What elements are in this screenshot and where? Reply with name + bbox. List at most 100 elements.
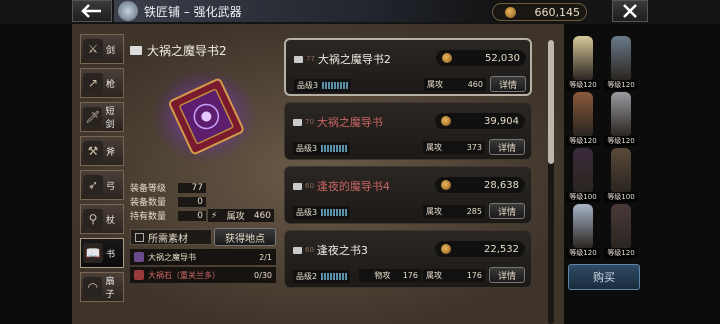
material-name: 大祸之魔导书: [148, 252, 196, 262]
item-price: 28,638: [435, 177, 525, 193]
attack-label: 属攻: [226, 212, 245, 222]
material-row[interactable]: 大祸之魔导书 2/1: [130, 249, 276, 265]
character-sprite: [611, 204, 631, 248]
magic-book-image: [151, 68, 259, 164]
detail-button[interactable]: 详情: [489, 267, 525, 283]
item-name: 大祸之魔导书: [316, 116, 383, 129]
grade-badge: 品级3: [294, 78, 352, 92]
magic-attack-stat: 属攻 373: [423, 141, 485, 154]
grade-row: 品级3: [294, 78, 352, 92]
item-name: 大祸之魔导书2: [317, 53, 391, 66]
stat-label: 属攻: [426, 271, 442, 280]
item-price: 39,904: [435, 113, 525, 129]
grade-label: 品级3: [297, 80, 319, 90]
bow-icon: ➶: [83, 175, 103, 195]
tab-label: 弓: [106, 181, 116, 192]
stat-value: 0: [178, 196, 206, 207]
tab-label: 杖: [106, 215, 116, 226]
axe-icon: ⚒: [83, 141, 103, 161]
grade-badge: 品级3: [293, 205, 351, 219]
item-card[interactable]: 60 逢夜之书3 22,532 品级2 物攻 176 属攻 176 详情: [284, 230, 532, 288]
item-level: 77: [306, 55, 315, 63]
party-member[interactable]: 等级120: [604, 90, 638, 146]
detail-button[interactable]: 详情: [489, 139, 525, 155]
grade-label: 品级2: [296, 271, 318, 281]
grade-row: 品级2: [293, 269, 351, 283]
item-price: 52,030: [436, 50, 526, 66]
detail-button[interactable]: 详情: [490, 76, 526, 92]
physical-attack-stat: 物攻 176: [359, 269, 421, 282]
stat-label: 持有数量: [130, 212, 167, 222]
party-member[interactable]: 等级120: [604, 202, 638, 258]
item-level: 60: [305, 182, 314, 190]
item-name-row: 60 逢夜的魔导书4: [293, 178, 390, 194]
grade-bars: [321, 208, 348, 216]
get-location-button[interactable]: 获得地点: [214, 228, 276, 246]
character-level: 等级100: [566, 192, 600, 202]
character-sprite: [573, 148, 593, 192]
anvil-icon: [118, 1, 138, 21]
character-level: 等级100: [604, 192, 638, 202]
magic-attack-stat: 属攻 176: [423, 269, 485, 282]
character-sprite: [611, 148, 631, 192]
tab-label: 枪: [106, 79, 116, 90]
grade-label: 品级3: [296, 143, 318, 153]
buy-button[interactable]: 购买: [568, 264, 640, 290]
grade-badge: 品级2: [293, 269, 351, 283]
item-name-row: 70 大祸之魔导书: [293, 114, 383, 130]
item-name: 逢夜之书3: [316, 244, 368, 257]
close-icon: [623, 4, 637, 18]
tab-axe[interactable]: ⚒ 斧: [80, 136, 124, 166]
page-title: 铁匠铺 – 强化武器: [144, 4, 242, 19]
stat-value: 373: [466, 143, 482, 152]
scrollbar-thumb[interactable]: [548, 40, 554, 164]
close-button[interactable]: [612, 0, 648, 22]
price-value: 28,638: [484, 179, 519, 191]
party-member[interactable]: 等级120: [566, 90, 600, 146]
stat-row: 装备等级 77: [130, 181, 206, 194]
item-card[interactable]: 70 大祸之魔导书 39,904 品级3 属攻 373 详情: [284, 102, 532, 160]
character-level: 等级120: [604, 80, 638, 90]
material-row[interactable]: 大祸石（重关兰多） 0/30: [130, 267, 276, 283]
attack-value: 460: [253, 210, 271, 221]
party-member[interactable]: 等级120: [566, 202, 600, 258]
item-name-row: 60 逢夜之书3: [293, 242, 368, 258]
material-name: 大祸石（重关兰多）: [148, 270, 220, 280]
detail-button[interactable]: 详情: [489, 203, 525, 219]
character-level: 等级120: [566, 248, 600, 258]
back-button[interactable]: [72, 0, 112, 22]
tab-spear[interactable]: ↗ 枪: [80, 68, 124, 98]
staff-icon: ⚲: [83, 209, 103, 229]
price-value: 52,030: [485, 52, 520, 64]
tab-sword[interactable]: ⚔ 剑: [80, 34, 124, 64]
tab-staff[interactable]: ⚲ 杖: [80, 204, 124, 234]
item-card[interactable]: 60 逢夜的魔导书4 28,638 品级3 属攻 285 详情: [284, 166, 532, 224]
item-price: 22,532: [435, 241, 525, 257]
grade-bars: [322, 81, 349, 89]
stat-value: 77: [178, 182, 206, 193]
tab-fan[interactable]: ◠ 扇子: [80, 272, 124, 302]
stat-value: 176: [402, 271, 418, 280]
book-mini-icon: [294, 55, 303, 63]
item-card[interactable]: 77 大祸之魔导书2 52,030 品级3 属攻 460 详情: [284, 38, 532, 96]
material-count: 0/30: [254, 270, 272, 280]
grade-row: 品级3: [293, 205, 351, 219]
tab-label: 扇子: [105, 277, 115, 300]
spear-icon: ↗: [83, 73, 103, 93]
party-member[interactable]: 等级120: [604, 34, 638, 90]
party-member[interactable]: 等级100: [604, 146, 638, 202]
party-member[interactable]: 等级120: [566, 34, 600, 90]
stat-row: 装备数量 0: [130, 195, 206, 208]
magic-attack-icon: ⚡: [211, 210, 218, 221]
character-sprite: [573, 204, 593, 248]
dagger-icon: 🗡: [83, 107, 103, 127]
party-member[interactable]: 等级100: [566, 146, 600, 202]
tab-book[interactable]: 📖 书: [80, 238, 124, 268]
stat-row: 持有数量 0: [130, 209, 206, 222]
detail-header: 大祸之魔导书2: [130, 40, 280, 60]
detail-item-name: 大祸之魔导书2: [147, 43, 227, 58]
tab-bow[interactable]: ➶ 弓: [80, 170, 124, 200]
tab-dagger[interactable]: 🗡 短剑: [80, 102, 124, 132]
coin-icon: [505, 7, 516, 18]
character-sprite: [573, 92, 593, 136]
